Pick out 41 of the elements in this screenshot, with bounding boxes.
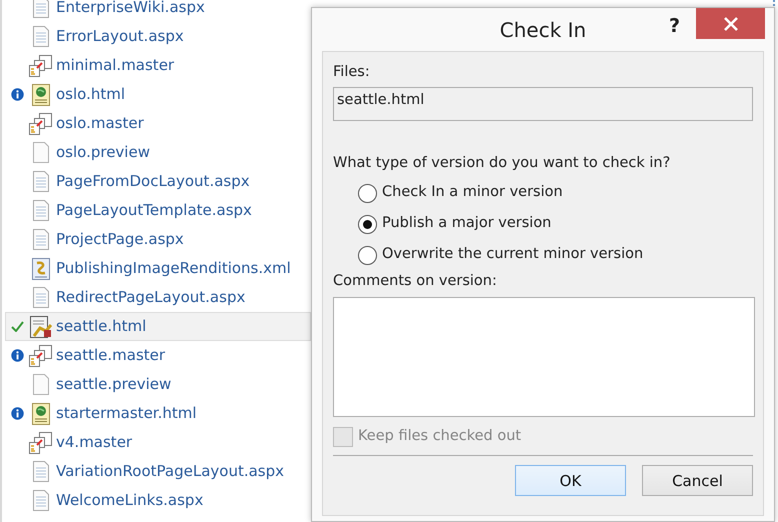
file-link[interactable]: RedirectPageLayout.aspx	[56, 286, 246, 309]
radio-label: Check In a minor version	[382, 183, 563, 202]
info-icon	[10, 407, 24, 420]
file-link[interactable]: PublishingImageRenditions.xml	[56, 257, 291, 280]
file-link[interactable]: ErrorLayout.aspx	[56, 25, 184, 48]
file-link[interactable]: startermaster.html	[56, 402, 197, 425]
file-link[interactable]: seattle.html	[56, 315, 146, 338]
file-link[interactable]: oslo.master	[56, 112, 144, 135]
close-button[interactable]	[696, 8, 765, 39]
dialog-title: Check In	[500, 16, 586, 44]
close-icon	[722, 16, 738, 32]
file-link[interactable]: VariationRootPageLayout.aspx	[56, 460, 284, 483]
radio-label: Overwrite the current minor version	[382, 245, 644, 264]
comments-field[interactable]	[333, 297, 755, 418]
cancel-button[interactable]: Cancel	[642, 465, 753, 496]
radio-button[interactable]	[358, 246, 377, 264]
radio-label: Publish a major version	[382, 214, 552, 234]
ok-button[interactable]: OK	[515, 465, 626, 496]
file-link[interactable]: PageFromDocLayout.aspx	[56, 170, 250, 193]
checkmark-icon	[10, 321, 24, 332]
help-button[interactable]: ?	[669, 12, 680, 40]
file-link[interactable]: seattle.master	[56, 344, 166, 367]
info-icon	[10, 349, 24, 362]
keep-checked-out-label: Keep files checked out	[358, 427, 522, 446]
file-link[interactable]: seattle.preview	[56, 373, 172, 396]
file-link[interactable]: WelcomeLinks.aspx	[56, 489, 204, 512]
info-icon	[10, 88, 24, 101]
selected-row-highlight[interactable]: seattle.html	[5, 312, 311, 341]
radio-button[interactable]	[358, 214, 377, 234]
files-field: seattle.html	[333, 86, 753, 121]
file-link[interactable]: v4.master	[56, 431, 132, 454]
file-link[interactable]: oslo.preview	[56, 141, 150, 164]
file-link[interactable]: PageLayoutTemplate.aspx	[56, 199, 252, 222]
file-link[interactable]: ProjectPage.aspx	[56, 228, 184, 251]
radio-button[interactable]	[358, 184, 377, 202]
files-label: Files:	[333, 64, 370, 80]
comments-label: Comments on version:	[333, 272, 497, 288]
version-question: What type of version do you want to check in?	[333, 154, 670, 171]
file-link[interactable]: minimal.master	[56, 54, 174, 77]
file-link[interactable]: EnterpriseWiki.aspx	[56, 0, 205, 19]
file-link[interactable]: oslo.html	[56, 83, 126, 106]
